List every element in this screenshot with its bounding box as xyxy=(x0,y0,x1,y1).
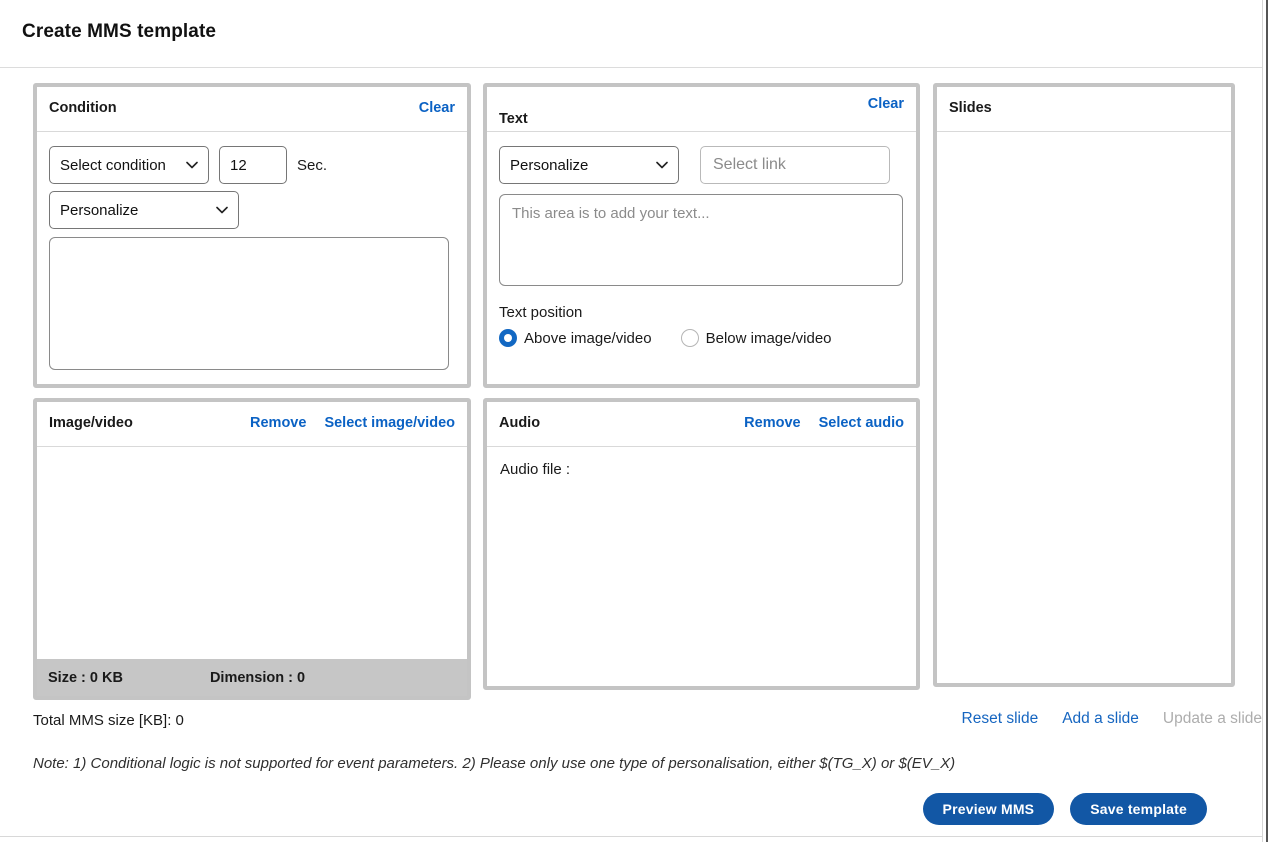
audio-body: Audio file : xyxy=(487,447,916,685)
condition-row: Select condition Sec. xyxy=(49,146,455,184)
text-panel-title: Text xyxy=(499,111,528,127)
right-edge-strip xyxy=(1262,0,1270,842)
condition-panel: Condition Clear Select condition Sec. xyxy=(33,83,471,388)
slide-actions-bar: Reset slide Add a slide Update a slide xyxy=(962,710,1262,728)
text-top-row: Personalize xyxy=(499,146,904,184)
total-mms-size-label: Total MMS size [KB]: 0 xyxy=(33,712,184,729)
personalize-row: Personalize xyxy=(49,191,455,229)
audio-panel-actions: Remove Select audio xyxy=(744,415,904,431)
image-dimension-label: Dimension : 0 xyxy=(209,669,306,686)
image-media-footer: Size : 0 KB Dimension : 0 xyxy=(37,659,467,696)
condition-panel-header: Condition Clear xyxy=(37,87,467,132)
select-condition-dropdown[interactable]: Select condition xyxy=(49,146,209,184)
condition-expression-textarea[interactable] xyxy=(49,237,449,370)
condition-panel-body: Select condition Sec. Personalize xyxy=(37,132,467,375)
image-video-panel: Image/video Remove Select image/video Si… xyxy=(33,398,471,700)
preview-mms-button[interactable]: Preview MMS xyxy=(922,793,1055,825)
image-size-label: Size : 0 KB xyxy=(48,669,123,686)
image-panel-actions: Remove Select image/video xyxy=(250,415,455,431)
text-clear-link[interactable]: Clear xyxy=(868,96,904,112)
save-template-button[interactable]: Save template xyxy=(1070,793,1207,825)
text-position-label: Text position xyxy=(499,304,583,321)
add-a-slide-link[interactable]: Add a slide xyxy=(1062,710,1139,728)
image-panel-title: Image/video xyxy=(49,415,133,431)
condition-personalize-dropdown[interactable]: Personalize xyxy=(49,191,239,229)
image-panel-header: Image/video Remove Select image/video xyxy=(37,402,467,447)
text-panel-header: Text Clear xyxy=(487,87,916,132)
update-a-slide-link: Update a slide xyxy=(1162,710,1262,727)
footer-bottom-divider xyxy=(0,836,1262,837)
image-preview-area[interactable] xyxy=(37,447,467,659)
reset-slide-link[interactable]: Reset slide xyxy=(962,710,1039,728)
radio-below-image-video[interactable]: Below image/video xyxy=(680,329,832,347)
condition-clear-link[interactable]: Clear xyxy=(419,100,455,116)
footer-buttons: Preview MMS Save template xyxy=(922,793,1207,825)
seconds-input[interactable] xyxy=(219,146,287,184)
select-condition-wrap: Select condition xyxy=(49,146,209,184)
slides-list-area[interactable] xyxy=(937,132,1231,683)
condition-panel-title: Condition xyxy=(49,100,117,116)
radio-above-indicator xyxy=(499,329,517,347)
condition-personalize-wrap: Personalize xyxy=(49,191,239,229)
audio-remove-link[interactable]: Remove xyxy=(744,415,800,431)
text-personalize-wrap: Personalize xyxy=(499,146,679,184)
text-personalize-dropdown[interactable]: Personalize xyxy=(499,146,679,184)
select-audio-link[interactable]: Select audio xyxy=(819,415,904,431)
select-image-video-link[interactable]: Select image/video xyxy=(324,415,455,431)
audio-file-label: Audio file : xyxy=(500,461,571,478)
text-panel: Text Clear Personalize Text position xyxy=(483,83,920,388)
slides-panel-title: Slides xyxy=(949,100,992,116)
audio-panel: Audio Remove Select audio Audio file : xyxy=(483,398,920,690)
page-scrollbar[interactable] xyxy=(1266,0,1268,842)
image-remove-link[interactable]: Remove xyxy=(250,415,306,431)
radio-below-indicator xyxy=(680,329,699,347)
text-position-radio-group: Above image/video Below image/video xyxy=(499,329,904,347)
radio-below-label: Below image/video xyxy=(705,329,832,347)
app-header: Create MMS template xyxy=(0,0,1262,68)
text-panel-actions: Clear xyxy=(868,96,904,112)
radio-above-image-video[interactable]: Above image/video xyxy=(499,329,652,347)
note-text: Note: 1) Conditional logic is not suppor… xyxy=(33,755,956,772)
audio-panel-title: Audio xyxy=(499,415,541,431)
radio-above-label: Above image/video xyxy=(524,329,652,347)
create-mms-template-page: Create MMS template Condition Clear Sele… xyxy=(0,0,1270,842)
condition-panel-actions: Clear xyxy=(419,100,455,116)
seconds-unit-label: Sec. xyxy=(297,156,328,174)
audio-panel-header: Audio Remove Select audio xyxy=(487,402,916,447)
slides-panel-header: Slides xyxy=(937,87,1231,132)
text-panel-body: Personalize Text position Above image/vi… xyxy=(487,132,916,347)
page-title: Create MMS template xyxy=(22,21,217,42)
select-link-input[interactable] xyxy=(700,146,890,184)
text-body-textarea[interactable] xyxy=(499,194,903,286)
slides-panel: Slides xyxy=(933,83,1235,687)
footer-bar: Preview MMS Save template xyxy=(0,781,1262,836)
